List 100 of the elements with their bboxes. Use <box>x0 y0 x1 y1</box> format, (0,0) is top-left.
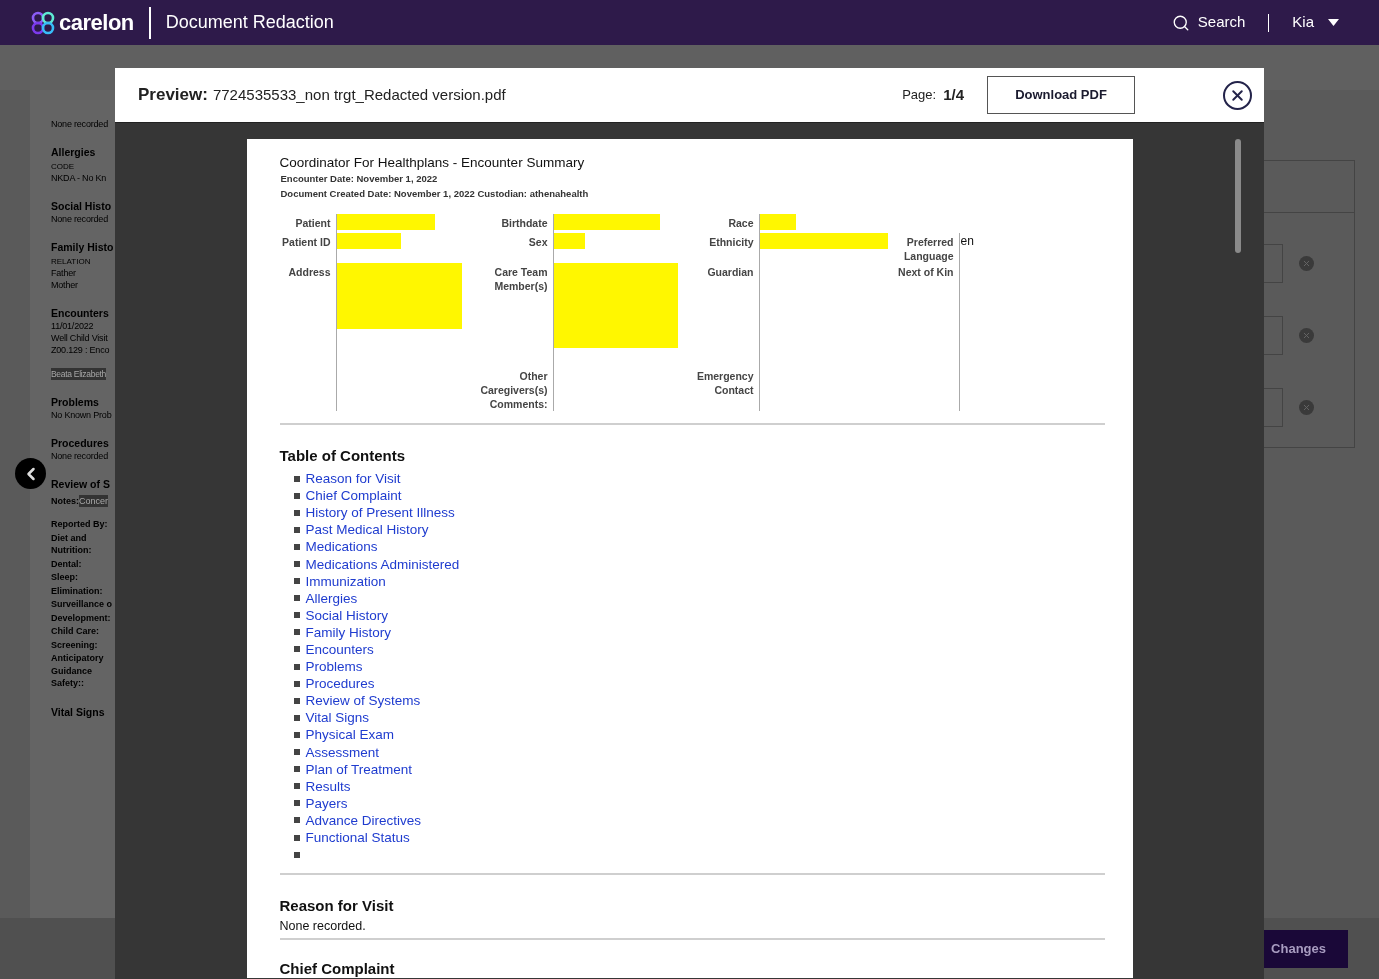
field-label: Next of Kin <box>897 265 954 279</box>
bullet-icon <box>293 663 300 670</box>
column-caption: RELATION <box>51 256 92 267</box>
close-button[interactable] <box>1223 80 1252 110</box>
clear-icon[interactable] <box>1299 400 1314 415</box>
toc-link[interactable]: Allergies <box>305 589 358 607</box>
record-text: None recorded <box>51 213 108 225</box>
toc-link[interactable]: Problems <box>305 658 363 676</box>
bullet-icon <box>293 731 300 738</box>
section-heading: Social Histo <box>51 199 113 213</box>
record-text: None recorded <box>51 118 108 130</box>
field-label: Sex <box>527 235 548 249</box>
record-text: None recorded <box>51 450 108 462</box>
toc-link[interactable]: Review of Systems <box>305 692 421 710</box>
field-label: Diet and Nutrition: <box>51 531 93 557</box>
toc-link[interactable]: Past Medical History <box>305 521 429 539</box>
notes-label: Notes: <box>51 495 79 507</box>
toc-link[interactable]: Advance Directives <box>305 811 422 829</box>
bullet-icon <box>293 492 300 499</box>
bullet-icon <box>293 595 300 602</box>
toc-link[interactable]: Assessment <box>305 743 380 761</box>
section-heading: Reason for Visit <box>279 897 395 916</box>
document-created-line: Document Created Date: November 1, 2022 Custodian: athenahealth <box>279 187 590 200</box>
download-pdf-button[interactable]: Download PDF <box>987 76 1135 114</box>
field-label: Birthdate <box>500 216 548 230</box>
field-label: Address <box>287 265 331 279</box>
record-text: Well Child Visit <box>51 332 108 344</box>
toc-link[interactable]: Vital Signs <box>305 709 370 727</box>
field-label: Elimination: <box>51 584 104 597</box>
section-heading: Problems <box>51 395 100 409</box>
field-label: Development: <box>51 611 112 624</box>
brand-name: carelon <box>59 9 134 37</box>
record-text: Mother <box>51 279 78 291</box>
bullet-icon <box>293 783 300 790</box>
toc-link[interactable]: Reason for Visit <box>305 470 401 488</box>
toc-link[interactable]: Functional Status <box>305 829 410 846</box>
toc-link[interactable]: Immunization <box>305 572 386 590</box>
section-heading: Family Histo <box>51 240 115 254</box>
bullet-icon <box>293 817 300 824</box>
bullet-icon <box>293 526 300 533</box>
field-label: Emergency Contact <box>695 369 754 397</box>
field-label: Guardian <box>706 265 754 279</box>
toc-link[interactable]: Social History <box>305 606 389 624</box>
bullet-icon <box>293 543 300 550</box>
clear-icon[interactable] <box>1299 328 1314 343</box>
bullet-icon <box>293 509 300 516</box>
field-label: Patient ID <box>281 235 331 249</box>
app-title: Document Redaction <box>165 11 334 34</box>
toc-link[interactable]: Medications Administered <box>305 555 460 573</box>
section-heading: Review of S <box>51 477 111 491</box>
record-text: Father <box>51 267 76 279</box>
bullet-icon <box>293 475 300 482</box>
toc-link[interactable]: Plan of Treatment <box>305 760 413 778</box>
toc-link[interactable]: Chief Complaint <box>305 487 402 505</box>
bullet-icon <box>293 834 300 841</box>
page-label: Page: <box>902 86 937 105</box>
back-button[interactable] <box>15 458 46 489</box>
caret-icon <box>1328 19 1339 26</box>
bullet-icon <box>293 578 300 585</box>
bullet-icon <box>293 697 300 704</box>
bullet-icon <box>293 680 300 687</box>
record-text: No Known Prob <box>51 409 112 421</box>
field-label: Preferred Language <box>902 235 954 263</box>
toc-link[interactable]: Results <box>305 777 351 795</box>
field-value: en <box>959 233 975 249</box>
preview-file-name: 7724535533_non trgt_Redacted version.pdf <box>212 84 506 105</box>
toc-link[interactable]: Physical Exam <box>305 726 395 744</box>
section-text: None recorded. <box>279 918 367 935</box>
clear-icon[interactable] <box>1299 256 1314 271</box>
field-label: Anticipatory Guidance Safety:: <box>51 652 105 690</box>
bullet-icon <box>293 766 300 773</box>
field-label: Care Team Member(s) <box>493 265 548 293</box>
page-number: 1/4 <box>943 84 964 105</box>
field-label: Sleep: <box>51 571 79 584</box>
field-label: Ethnicity <box>708 235 754 249</box>
toc-link[interactable]: Procedures <box>305 675 375 693</box>
bullet-icon <box>293 646 300 653</box>
field-label: Dental: <box>51 557 83 570</box>
section-heading: Procedures <box>51 436 110 450</box>
toc-link[interactable]: Medications <box>305 538 378 556</box>
record-text: 11/01/2022 <box>51 320 94 332</box>
search-button[interactable]: Search <box>1171 11 1246 34</box>
record-text: NKDA - No Kn <box>51 172 107 184</box>
field-label: Race <box>727 216 754 230</box>
toc-link[interactable]: Family History <box>305 623 391 641</box>
user-menu[interactable]: Kia <box>1292 11 1339 34</box>
column-caption: CODE <box>51 161 76 172</box>
section-heading: Allergies <box>51 145 97 159</box>
highlighted-text: Concer <box>79 495 109 507</box>
toc-link[interactable]: History of Present Illness <box>305 504 455 522</box>
toc-link[interactable]: Payers <box>305 794 348 812</box>
bullet-icon <box>293 561 300 567</box>
toc-link[interactable]: Encounters <box>305 641 374 658</box>
field-label: Screening: <box>51 638 99 651</box>
field-label: Patient <box>294 216 331 230</box>
section-heading: Table of Contents <box>279 447 407 465</box>
field-label: Surveillance o <box>51 598 114 611</box>
field-label: Other Caregivers(s) Comments: <box>479 369 548 411</box>
logo-icon <box>30 9 56 36</box>
scrollbar-thumb[interactable] <box>1235 139 1241 253</box>
